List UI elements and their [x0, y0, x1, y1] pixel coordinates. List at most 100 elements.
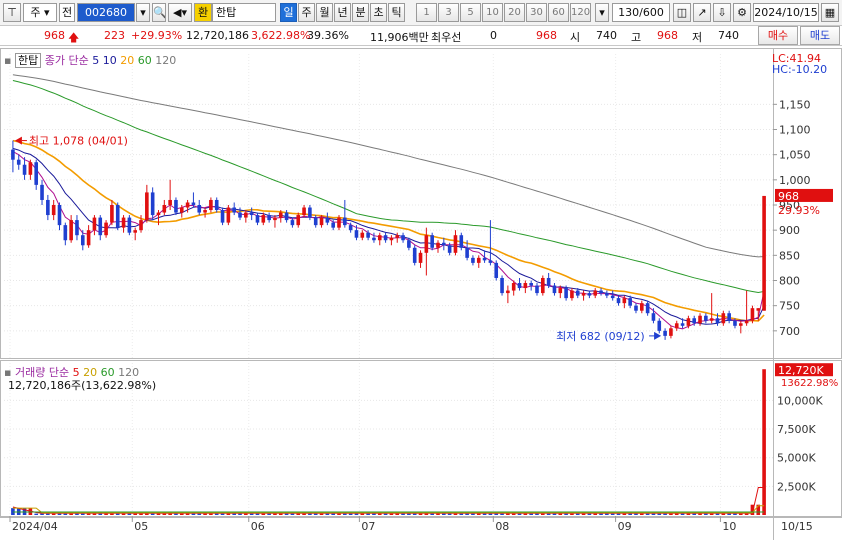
candle — [343, 199, 347, 228]
candle-body — [203, 210, 207, 213]
candle — [69, 215, 73, 243]
volume-bar — [581, 513, 586, 515]
candle-body — [92, 217, 97, 231]
candle — [40, 179, 44, 205]
volume-bar — [115, 513, 120, 515]
price-ma-legend-item[interactable]: 60 — [134, 54, 152, 67]
candle-body — [424, 235, 429, 253]
price-ma-legend-item[interactable]: 20 — [117, 54, 134, 67]
candle-body — [610, 295, 615, 299]
interval-tab-3[interactable]: 3 — [438, 3, 459, 22]
period-tab-6[interactable]: 틱 — [388, 3, 405, 22]
period-tab-1[interactable]: 주 — [298, 3, 315, 22]
period-tab-0[interactable]: 일 — [280, 3, 297, 22]
period-tab-4[interactable]: 분 — [352, 3, 369, 22]
candle-body — [634, 305, 638, 311]
candle — [133, 227, 138, 241]
search-icon[interactable]: 🔍 — [152, 3, 166, 22]
volume-bar — [46, 513, 50, 515]
candle — [471, 255, 475, 266]
volume-ma-5-line — [12, 487, 765, 514]
candle — [325, 212, 330, 226]
volume-bar — [401, 513, 405, 515]
currency-badge: 환 — [194, 3, 212, 22]
volume-tag-pct: 13622.98% — [781, 378, 838, 389]
chart-area[interactable]: 7007508008509009501,0001,0501,1001,1502,… — [0, 46, 842, 541]
candle-body — [110, 205, 114, 223]
stock-code-input[interactable]: 002680 — [77, 3, 135, 22]
volume-bar — [267, 513, 271, 515]
interval-tab-20[interactable]: 20 — [504, 3, 525, 22]
drawing-tool-icon[interactable]: ↗ — [693, 3, 711, 22]
volume-bar — [721, 513, 726, 515]
volume-bar — [34, 513, 39, 515]
volume-bar — [191, 513, 196, 515]
ma-5-line — [12, 151, 765, 330]
volume-bar — [599, 513, 603, 515]
interval-tab-1[interactable]: 1 — [416, 3, 437, 22]
period-tab-2[interactable]: 월 — [316, 3, 333, 22]
calendar-icon[interactable]: ▦ — [821, 3, 839, 22]
candle-body — [244, 212, 248, 218]
volume-bar — [605, 513, 609, 515]
candle-body — [517, 283, 522, 289]
period-tab-5[interactable]: 초 — [370, 3, 387, 22]
candle — [599, 288, 603, 296]
volume-bar — [395, 513, 400, 515]
candle-body — [453, 235, 458, 253]
candle-body — [133, 230, 138, 233]
candle-body — [121, 217, 126, 228]
candle-body — [238, 212, 242, 218]
volume-bar — [593, 513, 598, 515]
price-tick-label: 800 — [779, 275, 800, 288]
volume-gridlines — [4, 399, 773, 487]
price-ma-legend-item[interactable]: 10 — [99, 54, 117, 67]
buy-button[interactable]: 매수 — [758, 26, 798, 45]
window-menu-icon[interactable]: ⊤ — [3, 3, 21, 22]
candle — [645, 300, 650, 316]
candle — [721, 310, 726, 326]
candle-body — [698, 315, 702, 324]
interval-tab-60[interactable]: 60 — [548, 3, 569, 22]
candle — [634, 303, 638, 314]
interval-tab-10[interactable]: 10 — [482, 3, 503, 22]
interval-tab-120[interactable]: 120 — [570, 3, 591, 22]
code-dropdown-chevron-icon[interactable]: ▾ — [136, 3, 150, 22]
candle — [377, 232, 382, 246]
price-tick-label: 1,000 — [779, 174, 811, 187]
market-select[interactable]: 주 ▾ — [23, 3, 57, 22]
date-field[interactable]: 2024/10/15 — [753, 3, 819, 22]
volume-bar — [558, 513, 563, 515]
candle-body — [628, 298, 632, 306]
candle — [232, 202, 236, 216]
candle-body — [546, 277, 551, 286]
candle-body — [616, 298, 621, 304]
volume-bar — [738, 513, 743, 515]
x-tick-label: 07 — [361, 520, 375, 533]
candle-body — [680, 323, 685, 326]
collapse-icon[interactable]: ▪ — [4, 54, 11, 67]
bar-count[interactable]: 130/600 — [612, 3, 670, 22]
sell-button[interactable]: 매도 — [800, 26, 840, 45]
export-icon[interactable]: ⇩ — [713, 3, 731, 22]
sound-toggle-icon[interactable]: ◀▾ — [168, 3, 192, 22]
candle — [750, 305, 755, 324]
interval-dropdown-chevron-icon[interactable]: ▾ — [595, 3, 609, 22]
price-ma-legend-item[interactable]: 120 — [152, 54, 176, 67]
volume-bar — [296, 513, 301, 515]
volume-bar — [686, 513, 691, 515]
gear-icon[interactable]: ⚙ — [733, 3, 751, 22]
candle-settings-icon[interactable]: ◫ — [673, 3, 691, 22]
interval-tab-5[interactable]: 5 — [460, 3, 481, 22]
candle-body — [185, 202, 190, 208]
candle-body — [80, 235, 85, 246]
interval-tab-30[interactable]: 30 — [526, 3, 547, 22]
candle-body — [51, 205, 56, 216]
volume-bar — [552, 513, 557, 515]
volume-bar — [337, 513, 341, 515]
ma-120-line — [12, 74, 765, 258]
candle — [430, 232, 434, 251]
hc-label: HC:-10.20 — [772, 63, 828, 76]
period-tab-3[interactable]: 년 — [334, 3, 351, 22]
volume-bar — [541, 513, 545, 515]
